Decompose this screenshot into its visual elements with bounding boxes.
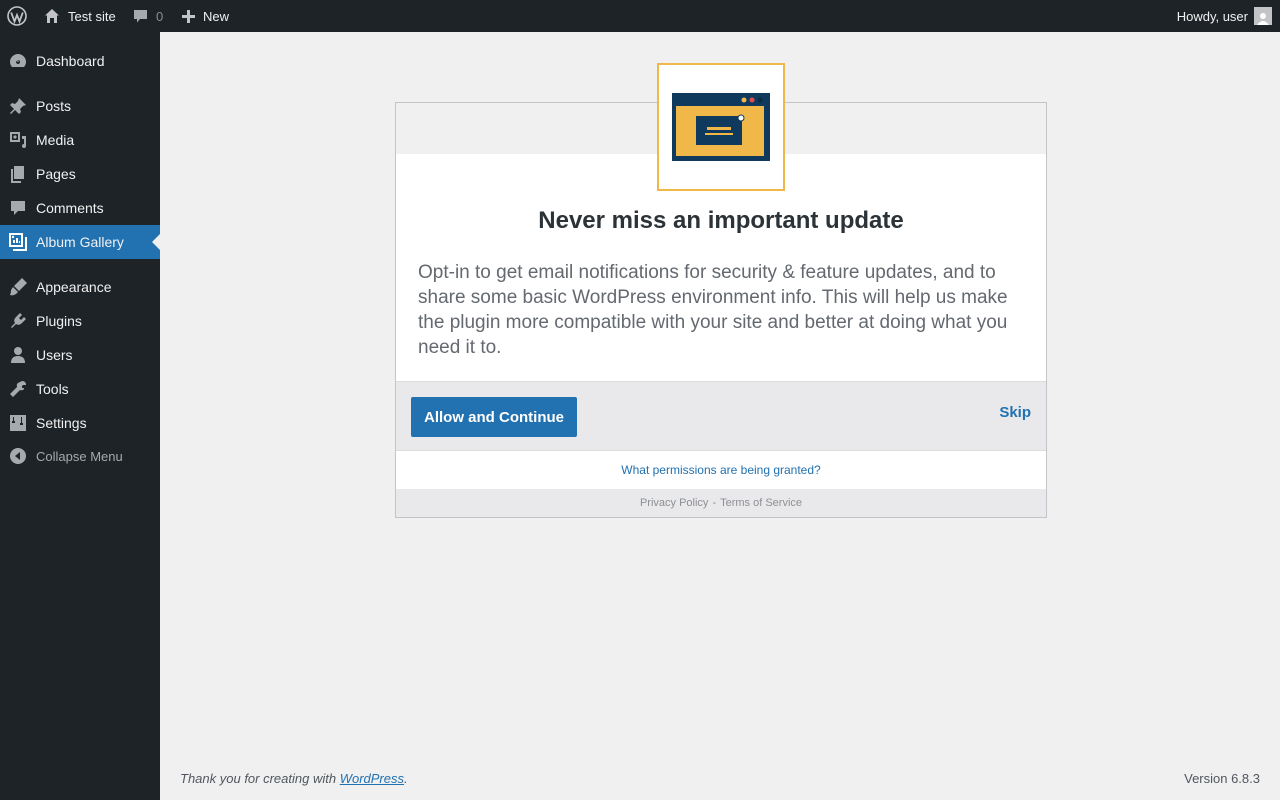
sidebar-item-label: Media <box>36 132 75 148</box>
plugin-icon <box>657 63 785 191</box>
new-label: New <box>203 8 230 24</box>
sidebar-item-label: Comments <box>36 200 104 216</box>
terms-separator: - <box>712 497 717 509</box>
comment-bubble-icon <box>133 9 148 24</box>
sidebar-item-pages[interactable]: Pages <box>0 157 160 191</box>
sidebar-item-label: Plugins <box>36 313 82 329</box>
admin-menu: Dashboard Posts Media Pages Comments Alb… <box>0 32 160 800</box>
site-name-link[interactable]: Test site <box>44 0 116 32</box>
howdy-text: Howdy, user <box>1176 8 1248 24</box>
opt-in-dialog: Never miss an important update Opt-in to… <box>395 63 1047 518</box>
user-icon <box>0 345 36 365</box>
dialog-description: Opt-in to get email notifications for se… <box>418 262 1008 358</box>
home-icon <box>44 8 60 24</box>
sidebar-item-appearance[interactable]: Appearance <box>0 270 160 304</box>
sidebar-item-label: Album Gallery <box>36 234 124 250</box>
sidebar-item-comments[interactable]: Comments <box>0 191 160 225</box>
sidebar-item-dashboard[interactable]: Dashboard <box>0 44 160 78</box>
plus-icon <box>182 9 195 23</box>
allow-and-continue-button[interactable]: Allow and Continue <box>411 397 577 437</box>
footer-version: Version 6.8.3 <box>1184 771 1260 786</box>
comments-link[interactable]: 0 <box>133 0 163 32</box>
terms-of-service-link[interactable]: Terms of Service <box>720 497 802 509</box>
sliders-icon <box>0 413 36 433</box>
browser-window-icon <box>672 93 770 161</box>
my-account-link[interactable]: Howdy, user <box>1177 0 1272 32</box>
admin-bar: Test site 0 New Howdy, user <box>0 0 1280 32</box>
sidebar-item-label: Users <box>36 347 73 363</box>
sidebar-item-album-gallery[interactable]: Album Gallery <box>0 225 160 259</box>
comment-icon <box>0 198 36 218</box>
footer-thanks-prefix: Thank you for creating with <box>180 771 340 786</box>
permissions-link[interactable]: What permissions are being granted? <box>396 463 1046 477</box>
sidebar-item-label: Settings <box>36 415 87 431</box>
footer-thanks-suffix: . <box>404 771 408 786</box>
plug-icon <box>0 311 36 331</box>
wrench-icon <box>0 379 36 399</box>
new-content-link[interactable]: New <box>182 0 229 32</box>
wordpress-link[interactable]: WordPress <box>340 771 404 786</box>
pin-icon <box>0 96 36 116</box>
sidebar-item-tools[interactable]: Tools <box>0 372 160 406</box>
avatar <box>1254 7 1272 25</box>
comments-count: 0 <box>156 8 164 24</box>
sidebar-item-settings[interactable]: Settings <box>0 406 160 440</box>
sidebar-item-label: Pages <box>36 166 76 182</box>
sidebar-item-media[interactable]: Media <box>0 123 160 157</box>
terms-bar: Privacy Policy - Terms of Service <box>396 489 1046 517</box>
wordpress-logo-icon[interactable] <box>7 0 27 32</box>
gallery-icon <box>0 232 36 252</box>
brush-icon <box>0 277 36 297</box>
collapse-menu-label: Collapse Menu <box>36 448 123 464</box>
media-icon <box>0 130 36 150</box>
pages-icon <box>0 164 36 184</box>
sidebar-item-plugins[interactable]: Plugins <box>0 304 160 338</box>
privacy-policy-link[interactable]: Privacy Policy <box>640 497 708 509</box>
footer-thanks: Thank you for creating with WordPress. <box>180 771 408 786</box>
sidebar-item-users[interactable]: Users <box>0 338 160 372</box>
sidebar-item-label: Dashboard <box>36 53 105 69</box>
collapse-arrow-icon <box>0 447 36 465</box>
dialog-actions: Allow and Continue Skip <box>396 381 1046 451</box>
dashboard-icon <box>0 51 36 71</box>
skip-button[interactable]: Skip <box>999 404 1031 421</box>
sidebar-item-posts[interactable]: Posts <box>0 89 160 123</box>
dialog-title: Never miss an important update <box>538 207 904 234</box>
sidebar-item-label: Appearance <box>36 279 112 295</box>
collapse-menu-button[interactable]: Collapse Menu <box>0 439 160 473</box>
site-name: Test site <box>68 8 116 24</box>
sidebar-item-label: Tools <box>36 381 69 397</box>
sidebar-item-label: Posts <box>36 98 72 114</box>
